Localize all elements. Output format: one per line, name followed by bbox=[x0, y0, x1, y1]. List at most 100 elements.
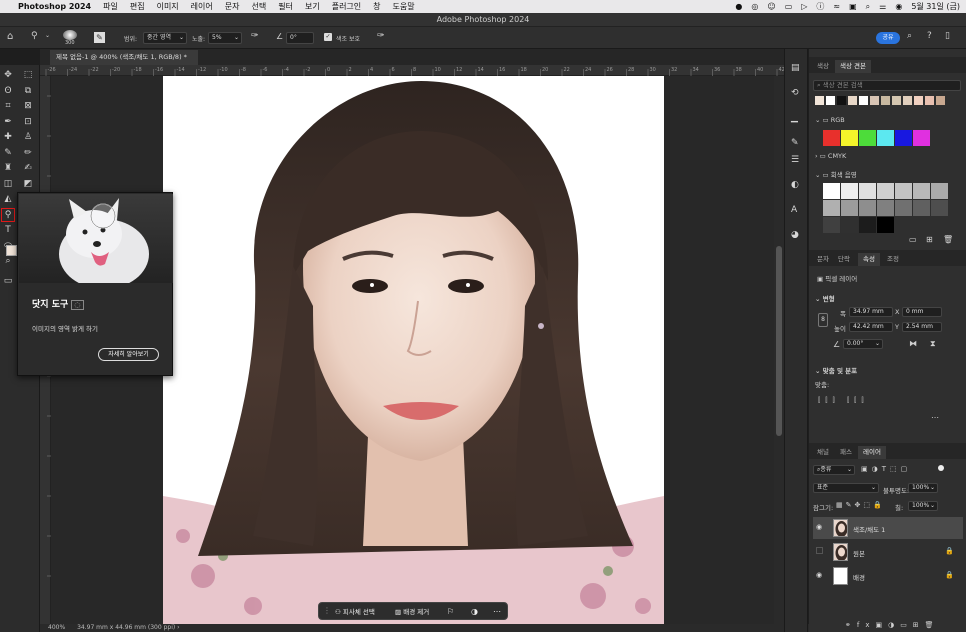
y-input[interactable]: 2.54 mm bbox=[902, 322, 942, 332]
menu-filter[interactable]: 필터 bbox=[278, 1, 293, 12]
home-icon[interactable]: ⌂ bbox=[7, 31, 13, 42]
menu-view[interactable]: 보기 bbox=[305, 1, 320, 12]
gray-swatch[interactable] bbox=[895, 183, 912, 199]
transform-header[interactable]: ⌄ 변형 bbox=[815, 293, 835, 303]
control-center-icon[interactable]: ⚌ bbox=[879, 2, 886, 11]
gray-swatch[interactable] bbox=[859, 217, 876, 233]
bg-eraser-tool-icon[interactable]: ◩ bbox=[22, 178, 34, 190]
menu-image[interactable]: 이미지 bbox=[157, 1, 179, 12]
gray-swatch[interactable] bbox=[931, 200, 948, 216]
width-input[interactable]: 34.97 mm bbox=[849, 307, 893, 317]
crop-tool-icon[interactable]: ⌗ bbox=[2, 100, 14, 112]
gray-swatch[interactable] bbox=[859, 183, 876, 199]
chevron-right-icon[interactable]: › bbox=[177, 624, 179, 631]
sliders-icon[interactable]: ☰ bbox=[791, 155, 799, 165]
recent-swatch[interactable] bbox=[837, 96, 846, 105]
marquee-tool-icon[interactable]: ⬚ bbox=[22, 69, 34, 81]
gray-swatch[interactable] bbox=[823, 217, 840, 233]
frame-tool-icon[interactable]: ⊠ bbox=[22, 100, 34, 112]
learn-more-button[interactable]: 자세히 알아보기 bbox=[98, 348, 159, 361]
tab-paragraph[interactable]: 단락 bbox=[833, 253, 855, 266]
flip-vertical-icon[interactable]: ⧗ bbox=[930, 339, 936, 349]
tab-color[interactable]: 색상 bbox=[812, 60, 834, 73]
align-header[interactable]: ⌄ 맞춤 및 분포 bbox=[815, 365, 857, 375]
more-icon[interactable]: ⋯ bbox=[489, 606, 505, 618]
gray-swatch[interactable] bbox=[877, 183, 894, 199]
drag-handle-icon[interactable]: ⋮ bbox=[323, 606, 331, 615]
new-swatch-icon[interactable]: ⊞ bbox=[926, 235, 933, 244]
flag-icon[interactable]: ⚐ bbox=[443, 606, 458, 618]
lock-icon[interactable]: 🔒 bbox=[945, 547, 954, 555]
swatches-search-input[interactable]: ⌕ 색상 견본 검색 bbox=[813, 80, 961, 91]
menu-window[interactable]: 창 bbox=[373, 1, 380, 12]
layer-row-background[interactable]: ◉ 배경 🔒 bbox=[813, 565, 963, 587]
input-source-icon[interactable]: ▣ bbox=[849, 2, 857, 11]
histogram-icon[interactable]: ▁ bbox=[791, 113, 798, 123]
tab-properties[interactable]: 속성 bbox=[858, 253, 880, 266]
siri-icon[interactable]: ◉ bbox=[895, 2, 902, 11]
actions-icon[interactable]: ▤ bbox=[791, 63, 800, 73]
menu-file[interactable]: 파일 bbox=[103, 1, 118, 12]
vertical-scrollbar[interactable] bbox=[774, 76, 784, 624]
pencil-tool-icon[interactable]: ✏ bbox=[22, 147, 34, 159]
layer-name[interactable]: 원본 bbox=[853, 548, 865, 558]
quick-mask-icon[interactable]: ▭ bbox=[2, 275, 14, 287]
wifi-icon[interactable]: ≈ bbox=[833, 2, 840, 11]
tab-layers[interactable]: 레이어 bbox=[858, 446, 886, 459]
select-subject-button[interactable]: ⚇ 피사체 선택 bbox=[331, 606, 379, 618]
swatch-group-rgb[interactable]: ⌄ ▭ RGB bbox=[815, 116, 845, 124]
portrait-photo[interactable] bbox=[163, 76, 664, 624]
search-icon[interactable]: ⌕ bbox=[907, 31, 912, 41]
ruler-horizontal[interactable]: -26 -24 -22 -20 -18 -16 -14 -12 -10 -8 -6 -4 -2 0 2 4 6 8… bbox=[40, 65, 785, 76]
swatch-group-cmyk[interactable]: › ▭ CMYK bbox=[815, 152, 846, 160]
gray-swatch[interactable] bbox=[841, 200, 858, 216]
foreground-color[interactable] bbox=[6, 245, 17, 256]
zoom-level[interactable]: 400% bbox=[48, 624, 65, 631]
visibility-toggle[interactable] bbox=[816, 547, 823, 554]
tab-character[interactable]: 문자 bbox=[812, 253, 834, 266]
share-button[interactable]: 공유 bbox=[876, 32, 900, 44]
layer-filter-icons[interactable]: ▣◑T⬚▢ bbox=[861, 465, 911, 473]
rgb-swatch[interactable] bbox=[823, 130, 840, 146]
gray-swatch[interactable] bbox=[823, 183, 840, 199]
history-icon[interactable]: ⟲ bbox=[791, 88, 799, 98]
gray-swatch[interactable] bbox=[877, 200, 894, 216]
gradient-tool-icon[interactable]: ◭ bbox=[2, 193, 14, 205]
layer-name[interactable]: 배경 bbox=[853, 572, 865, 582]
recent-swatch[interactable] bbox=[826, 96, 835, 105]
eyedropper-tool-icon[interactable]: ✒ bbox=[2, 116, 14, 128]
recent-swatch[interactable] bbox=[892, 96, 901, 105]
rgb-swatch[interactable] bbox=[841, 130, 858, 146]
rgb-swatch[interactable] bbox=[859, 130, 876, 146]
opacity-input[interactable]: 100% ⌄ bbox=[908, 483, 938, 493]
menu-help[interactable]: 도움말 bbox=[393, 1, 415, 12]
menu-app-name[interactable]: Photoshop 2024 bbox=[18, 2, 91, 11]
layer-name[interactable]: 색조/채도 1 bbox=[853, 524, 885, 534]
creative-cloud-icon[interactable]: ◎ bbox=[751, 2, 758, 11]
color-wheel-icon[interactable]: ◕ bbox=[791, 230, 799, 240]
clone-stamp-tool-icon[interactable]: ♜ bbox=[2, 162, 14, 174]
history-brush-tool-icon[interactable]: ✍ bbox=[22, 162, 34, 174]
layer-row-original[interactable]: 원본 🔒 bbox=[813, 541, 963, 563]
layer-filter-select[interactable]: ⌕종류 ⌄ bbox=[813, 465, 855, 475]
tab-adjustments[interactable]: 조정 bbox=[882, 253, 904, 266]
eye-icon[interactable]: ◉ bbox=[816, 523, 822, 531]
chevron-down-icon[interactable]: ⌄ bbox=[45, 32, 50, 39]
tab-paths[interactable]: 패스 bbox=[835, 446, 857, 459]
recent-swatch[interactable] bbox=[859, 96, 868, 105]
recent-swatch[interactable] bbox=[914, 96, 923, 105]
recent-swatch[interactable] bbox=[870, 96, 879, 105]
move-tool-icon[interactable]: ✥ bbox=[2, 69, 14, 81]
tab-channels[interactable]: 채널 bbox=[812, 446, 834, 459]
clock[interactable]: 5월 31일 (금) bbox=[911, 1, 960, 12]
eye-icon[interactable]: ◉ bbox=[816, 571, 822, 579]
scroll-thumb[interactable] bbox=[776, 246, 782, 436]
rgb-swatch[interactable] bbox=[877, 130, 894, 146]
accessibility-icon[interactable]: ☺ bbox=[767, 2, 775, 11]
workspace-icon[interactable]: ▯ bbox=[945, 31, 950, 41]
lock-icons[interactable]: ▦✎✥⬚🔒 bbox=[836, 501, 885, 509]
contrast-icon[interactable]: ◑ bbox=[467, 606, 482, 618]
more-icon[interactable]: ⋯ bbox=[931, 413, 939, 422]
flip-horizontal-icon[interactable]: ⧓ bbox=[909, 339, 917, 348]
play-icon[interactable]: ▷ bbox=[801, 2, 807, 11]
